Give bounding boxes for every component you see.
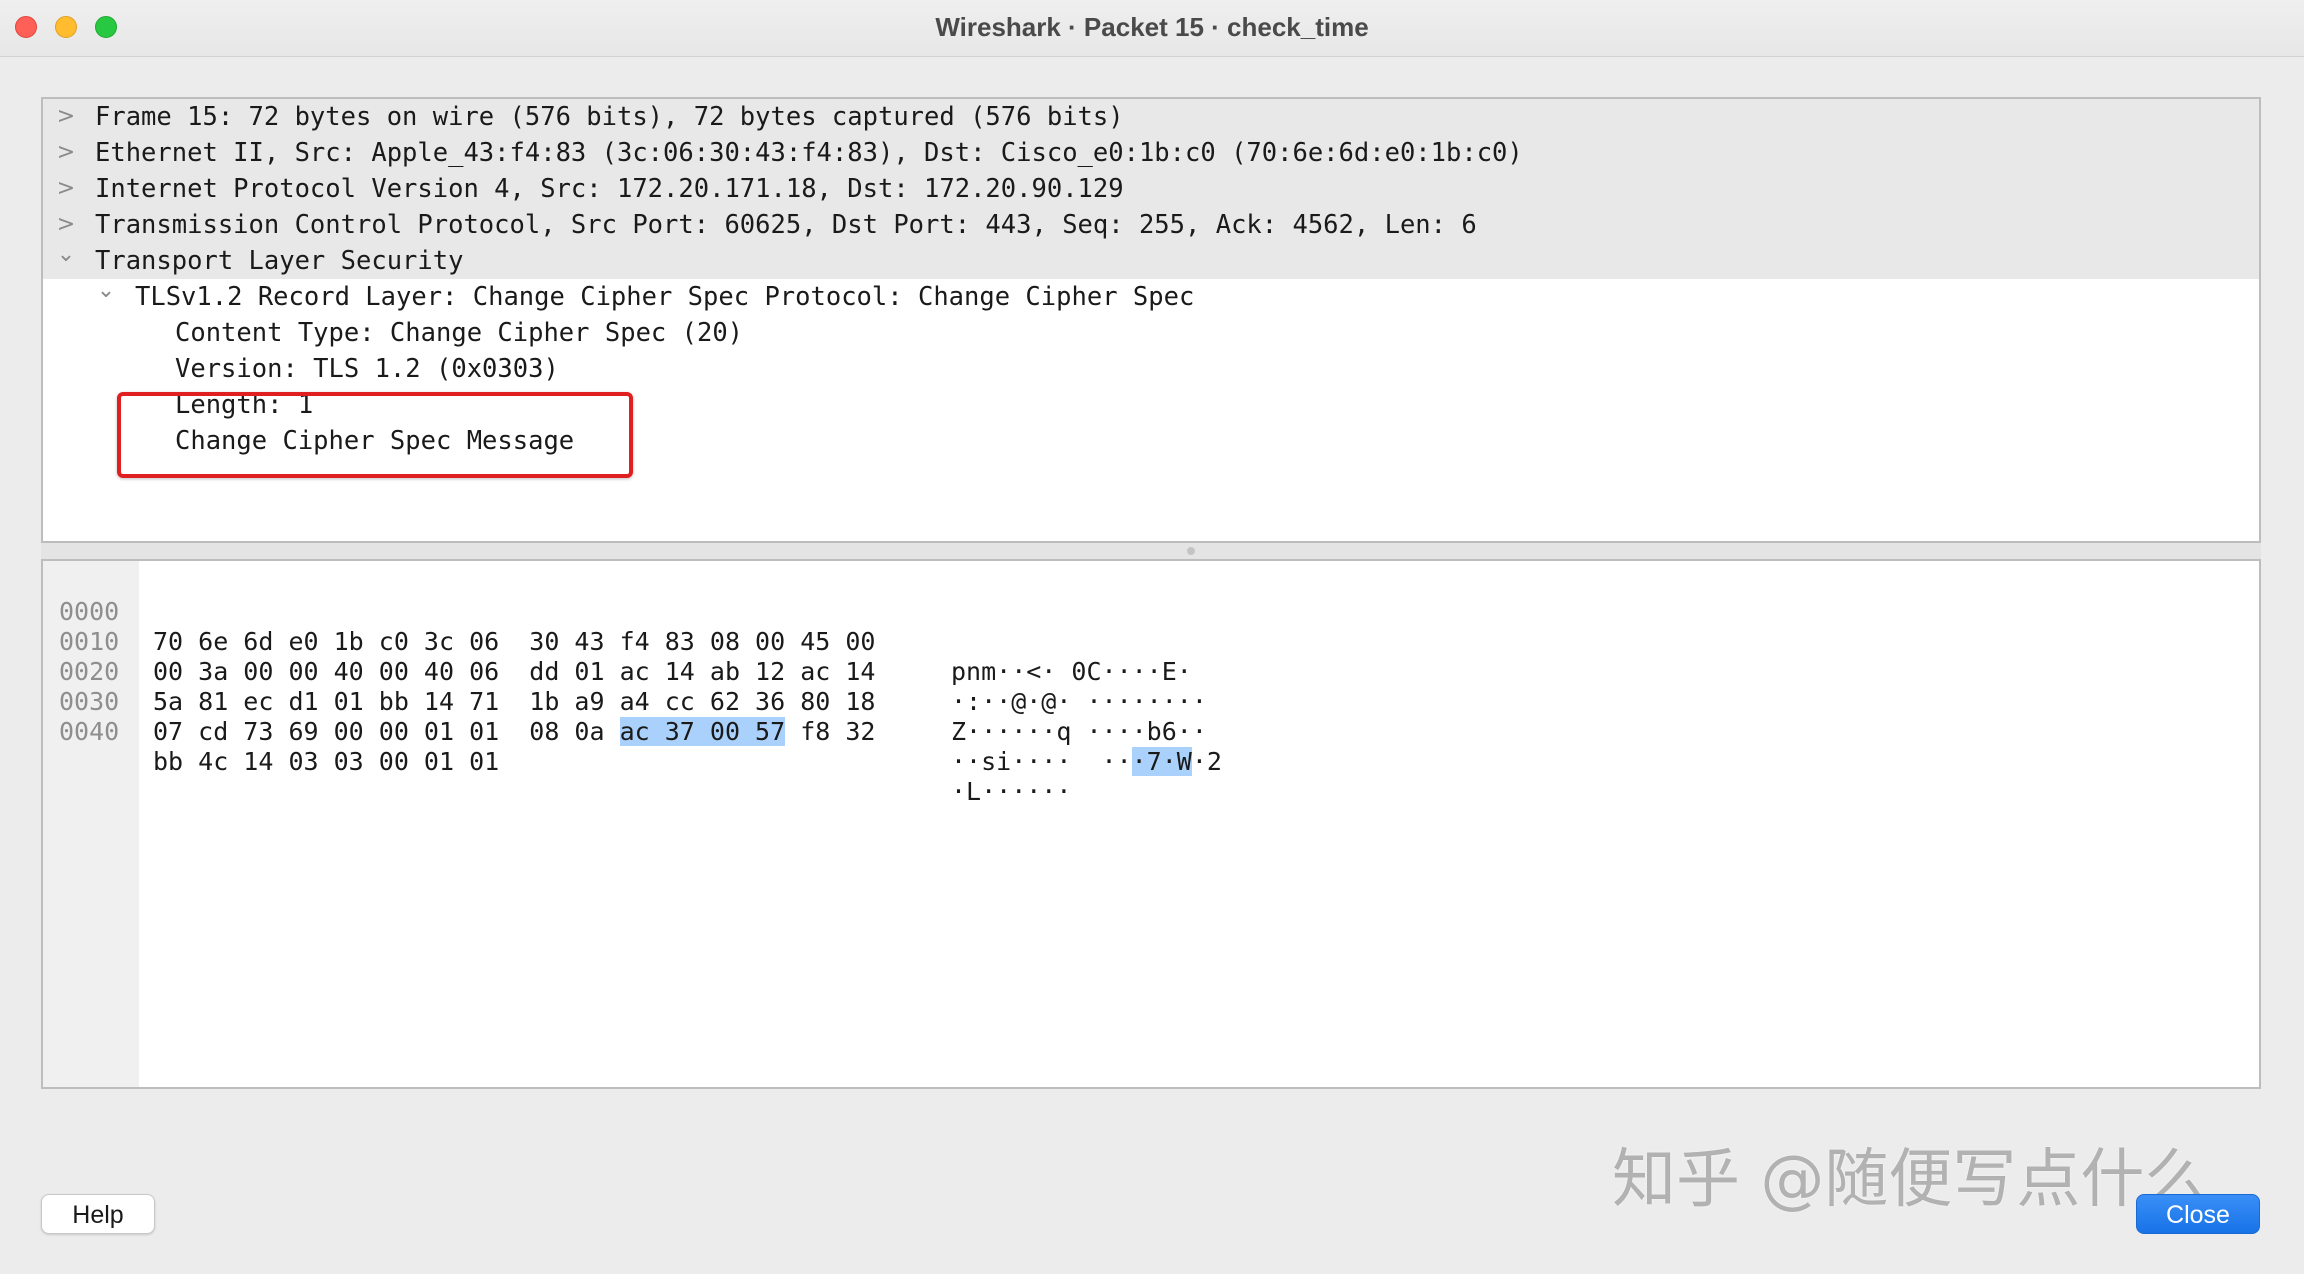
hex-bytes-selected: ac 37 00 57: [619, 717, 786, 746]
help-button[interactable]: Help: [41, 1194, 155, 1234]
hex-bytes[interactable]: 00 3a 00 00 40 00 40 06 dd 01 ac 14 ab 1…: [153, 657, 875, 687]
ascii-bytes[interactable]: ·L······: [951, 777, 1071, 807]
hex-row: 0030 07 cd 73 69 00 00 01 01 08 0a ac 37…: [43, 657, 1222, 776]
tree-row-content-type[interactable]: Content Type: Change Cipher Spec (20): [43, 315, 2259, 351]
ascii-bytes-text: pnm··<· 0C····E·: [951, 657, 1192, 686]
hex-row: 0010 00 3a 00 00 40 00 40 06 dd 01 ac 14…: [43, 597, 1207, 716]
hex-offset: 0040: [59, 717, 120, 746]
ascii-bytes[interactable]: pnm··<· 0C····E·: [951, 657, 1192, 687]
hex-bytes-text: 07 cd 73 69 00 00 01 01 08 0a: [153, 717, 620, 746]
tree-row-label: Version: TLS 1.2 (0x0303): [175, 354, 559, 384]
ascii-bytes-selected: ·7·W: [1131, 747, 1192, 776]
close-button[interactable]: Close: [2136, 1194, 2260, 1234]
tree-row-label: Internet Protocol Version 4, Src: 172.20…: [95, 174, 1124, 204]
ascii-bytes-text: Z······q ····b6··: [951, 717, 1207, 746]
tree-row-label: Ethernet II, Src: Apple_43:f4:83 (3c:06:…: [95, 138, 1523, 168]
packet-bytes-pane[interactable]: 0000 70 6e 6d e0 1b c0 3c 06 30 43 f4 83…: [41, 559, 2261, 1089]
tree-row-label: Frame 15: 72 bytes on wire (576 bits), 7…: [95, 102, 1124, 132]
hex-row: 0000 70 6e 6d e0 1b c0 3c 06 30 43 f4 83…: [43, 567, 1192, 686]
chevron-right-icon[interactable]: >: [51, 99, 81, 135]
hex-bytes-text: bb 4c 14 03 03 00 01 01: [153, 747, 500, 776]
title-bar: Wireshark · Packet 15 · check_time: [0, 0, 2304, 57]
hex-bytes[interactable]: bb 4c 14 03 03 00 01 01: [153, 747, 499, 777]
tree-row-tls-record-layer[interactable]: ⌄ TLSv1.2 Record Layer: Change Cipher Sp…: [43, 278, 2259, 315]
tree-row-tcp[interactable]: > Transmission Control Protocol, Src Por…: [43, 207, 2259, 243]
tree-row-ipv4[interactable]: > Internet Protocol Version 4, Src: 172.…: [43, 171, 2259, 207]
tree-row-label: Transmission Control Protocol, Src Port:…: [95, 210, 1477, 240]
ascii-bytes-text: ··si···· ··: [951, 747, 1132, 776]
chevron-down-icon[interactable]: ⌄: [51, 237, 81, 273]
splitter-handle-icon[interactable]: [1187, 547, 1195, 555]
watermark-text: 知乎 @随便写点什么: [1612, 1143, 2209, 1217]
hex-bytes-text: 00 3a 00 00 40 00 40 06 dd 01 ac 14 ab 1…: [153, 657, 876, 686]
annotation-highlight-box: [117, 392, 633, 478]
tree-row-label: TLSv1.2 Record Layer: Change Cipher Spec…: [135, 282, 1195, 312]
tree-row-tls[interactable]: ⌄ Transport Layer Security: [43, 242, 2259, 279]
hex-bytes[interactable]: 70 6e 6d e0 1b c0 3c 06 30 43 f4 83 08 0…: [153, 627, 875, 657]
hex-bytes-text: 5a 81 ec d1 01 bb 14 71 1b a9 a4 cc 62 3…: [153, 687, 876, 716]
tree-row-frame[interactable]: > Frame 15: 72 bytes on wire (576 bits),…: [43, 99, 2259, 135]
ascii-bytes[interactable]: Z······q ····b6··: [951, 717, 1207, 747]
ascii-bytes-text: ·:··@·@· ········: [951, 687, 1207, 716]
tree-row-label: Transport Layer Security: [95, 246, 464, 276]
hex-row: 0020 5a 81 ec d1 01 bb 14 71 1b a9 a4 cc…: [43, 627, 1207, 746]
window-title: Wireshark · Packet 15 · check_time: [935, 12, 1369, 42]
hex-bytes-text: 70 6e 6d e0 1b c0 3c 06 30 43 f4 83 08 0…: [153, 627, 876, 656]
hex-bytes[interactable]: 07 cd 73 69 00 00 01 01 08 0a ac 37 00 5…: [153, 717, 875, 747]
hex-row: 0040 bb 4c 14 03 03 00 01 01 ·L······: [43, 687, 1071, 806]
ascii-bytes-text: ·2: [1191, 747, 1222, 776]
chevron-down-icon[interactable]: ⌄: [91, 273, 121, 309]
tree-row-version[interactable]: Version: TLS 1.2 (0x0303): [43, 351, 2259, 387]
ascii-bytes[interactable]: ·:··@·@· ········: [951, 687, 1207, 717]
packet-window: Wireshark · Packet 15 · check_time > Fra…: [0, 0, 2304, 1274]
hex-bytes[interactable]: 5a 81 ec d1 01 bb 14 71 1b a9 a4 cc 62 3…: [153, 687, 875, 717]
tree-row-label: Content Type: Change Cipher Spec (20): [175, 318, 744, 348]
hex-bytes-text: f8 32: [785, 717, 876, 746]
ascii-bytes[interactable]: ··si···· ···7·W·2: [951, 747, 1222, 777]
ascii-bytes-text: ·L······: [951, 777, 1072, 806]
tree-row-ethernet[interactable]: > Ethernet II, Src: Apple_43:f4:83 (3c:0…: [43, 135, 2259, 171]
chevron-right-icon[interactable]: >: [51, 171, 81, 207]
pane-splitter[interactable]: [41, 543, 2261, 559]
chevron-right-icon[interactable]: >: [51, 135, 81, 171]
